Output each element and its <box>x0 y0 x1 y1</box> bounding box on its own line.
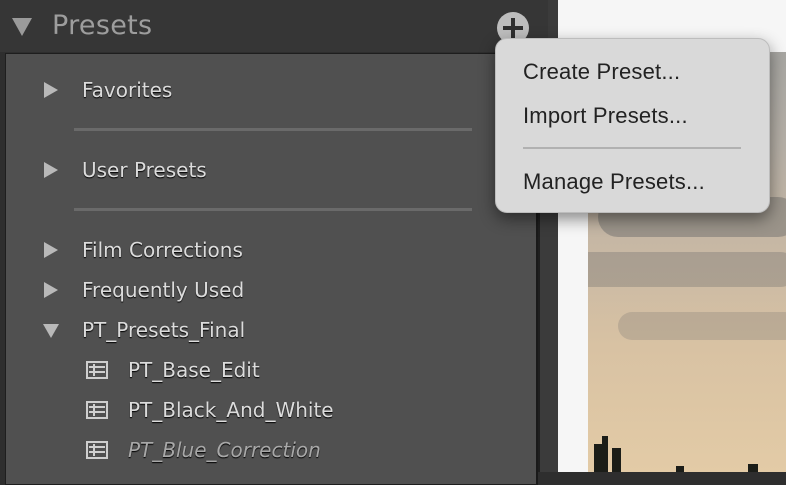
preset-icon <box>86 441 108 459</box>
cloud-shape <box>618 312 786 340</box>
divider <box>74 208 472 211</box>
preset-group-favorites[interactable]: Favorites <box>82 78 172 102</box>
menu-divider <box>523 147 741 149</box>
tree-silhouette <box>602 436 608 472</box>
menu-item-create-preset[interactable]: Create Preset... <box>523 59 680 85</box>
presets-panel-header[interactable]: Presets <box>0 0 548 52</box>
preset-group-user-presets[interactable]: User Presets <box>82 158 207 182</box>
tree-silhouette <box>612 448 621 472</box>
expand-triangle-icon[interactable] <box>44 242 58 258</box>
expand-triangle-icon[interactable] <box>44 282 58 298</box>
preset-icon <box>86 361 108 379</box>
cloud-shape <box>588 252 786 287</box>
preset-item-pt-blue-correction[interactable]: PT_Blue_Correction <box>128 438 321 462</box>
expand-triangle-icon[interactable] <box>44 162 58 178</box>
collapse-triangle-icon[interactable] <box>43 324 59 338</box>
divider <box>74 128 472 131</box>
preset-group-pt-presets-final[interactable]: PT_Presets_Final <box>82 318 245 342</box>
menu-item-import-presets[interactable]: Import Presets... <box>523 103 688 129</box>
collapse-triangle-icon[interactable] <box>12 18 32 36</box>
preset-group-film-corrections[interactable]: Film Corrections <box>82 238 243 262</box>
preset-group-frequently-used[interactable]: Frequently Used <box>82 278 244 302</box>
tree-silhouette <box>676 466 684 472</box>
preset-item-pt-black-and-white[interactable]: PT_Black_And_White <box>128 398 334 422</box>
panel-title: Presets <box>52 10 153 41</box>
preset-icon <box>86 401 108 419</box>
add-preset-menu: Create Preset... Import Presets... Manag… <box>495 38 770 213</box>
menu-item-manage-presets[interactable]: Manage Presets... <box>523 169 705 195</box>
expand-triangle-icon[interactable] <box>44 82 58 98</box>
preset-item-pt-base-edit[interactable]: PT_Base_Edit <box>128 358 260 382</box>
tree-silhouette <box>748 464 758 472</box>
